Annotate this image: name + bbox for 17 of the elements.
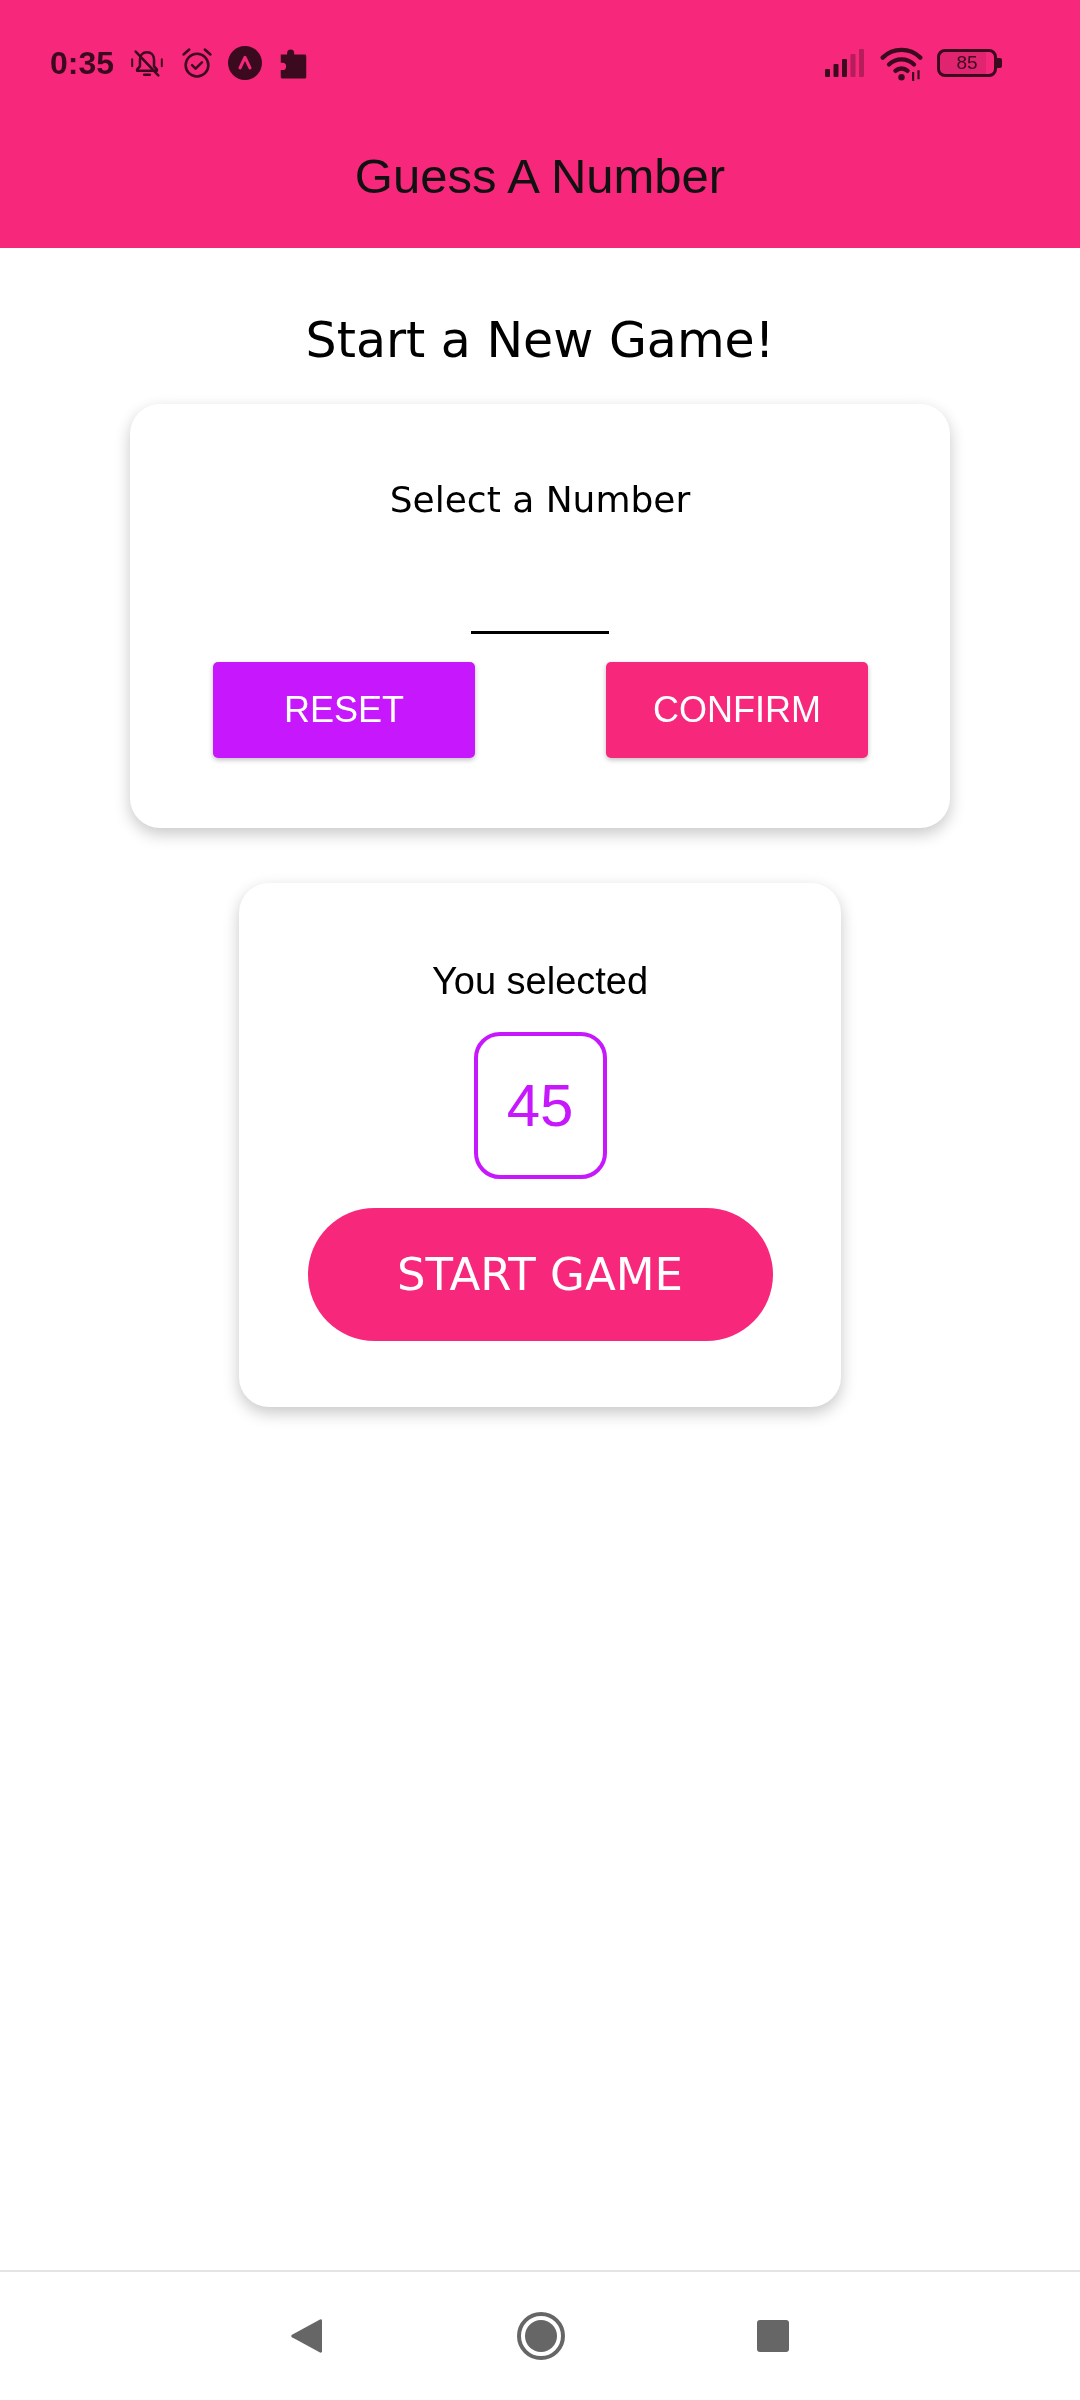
status-time: 0:35 — [50, 44, 115, 82]
home-icon[interactable] — [517, 2312, 565, 2360]
screen-title: Start a New Game! — [305, 311, 775, 371]
alarm-clock-icon — [180, 46, 215, 80]
bell-off-icon — [130, 47, 165, 79]
confirm-button[interactable]: CONFIRM — [606, 662, 868, 758]
app-title: Guess A Number — [354, 148, 726, 204]
start-game-button[interactable]: START GAME — [307, 1208, 773, 1341]
wifi-icon — [880, 45, 923, 81]
card-label: Select a Number — [389, 478, 691, 522]
battery-indicator: 85 — [937, 49, 1002, 77]
selected-number: 45 — [473, 1032, 607, 1179]
signal-bars-icon — [825, 49, 865, 77]
selected-label: You selected — [431, 959, 649, 1004]
back-icon[interactable] — [291, 2318, 322, 2354]
chevron-circle-icon — [228, 46, 263, 80]
reset-button[interactable]: RESET — [213, 662, 475, 758]
